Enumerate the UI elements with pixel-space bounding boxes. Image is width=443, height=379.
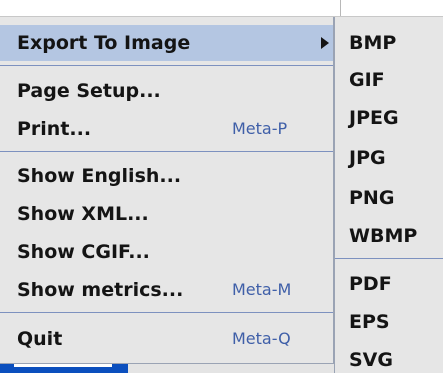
- menu-item-print-label: Print...: [17, 118, 92, 140]
- submenu-item-bmp[interactable]: BMP: [335, 25, 443, 61]
- submenu-item-pdf-label: PDF: [349, 273, 392, 295]
- menu-separator: [0, 312, 333, 313]
- submenu-item-wbmp-label: WBMP: [349, 225, 418, 247]
- submenu-item-eps-label: EPS: [349, 311, 390, 333]
- submenu-arrow-icon: [321, 37, 329, 49]
- submenu-item-png-label: PNG: [349, 187, 395, 209]
- menu-item-show-cgif[interactable]: Show CGIF...: [0, 233, 333, 271]
- background-divider: [340, 0, 341, 16]
- submenu-item-jpeg-label: JPEG: [349, 107, 399, 129]
- file-menu: Export To Image Page Setup... Print... M…: [0, 17, 334, 364]
- submenu-item-eps[interactable]: EPS: [335, 303, 443, 341]
- menu-item-quit[interactable]: Quit Meta-Q: [0, 319, 333, 359]
- submenu-item-svg[interactable]: SVG: [335, 341, 443, 373]
- menu-item-show-metrics-label: Show metrics...: [17, 279, 184, 301]
- menu-separator: [0, 151, 333, 152]
- menu-item-export-to-image-label: Export To Image: [17, 32, 191, 54]
- menu-item-show-metrics-shortcut: Meta-M: [232, 280, 292, 299]
- menu-item-show-english[interactable]: Show English...: [0, 157, 333, 195]
- background-window-top: [0, 0, 443, 17]
- menu-item-show-cgif-label: Show CGIF...: [17, 241, 150, 263]
- submenu-item-pdf[interactable]: PDF: [335, 265, 443, 303]
- menu-item-show-metrics[interactable]: Show metrics... Meta-M: [0, 271, 333, 309]
- submenu-item-jpg[interactable]: JPG: [335, 139, 443, 177]
- menu-item-export-to-image[interactable]: Export To Image: [0, 25, 333, 61]
- menu-item-quit-shortcut: Meta-Q: [232, 329, 291, 348]
- submenu-item-gif[interactable]: GIF: [335, 61, 443, 99]
- submenu-item-wbmp[interactable]: WBMP: [335, 217, 443, 255]
- menu-item-show-xml[interactable]: Show XML...: [0, 195, 333, 233]
- submenu-item-bmp-label: BMP: [349, 32, 397, 54]
- menu-item-page-setup-label: Page Setup...: [17, 80, 161, 102]
- submenu-item-jpg-label: JPG: [349, 147, 386, 169]
- menu-item-show-english-label: Show English...: [17, 165, 182, 187]
- menu-item-page-setup[interactable]: Page Setup...: [0, 72, 333, 110]
- menu-item-show-xml-label: Show XML...: [17, 203, 149, 225]
- submenu-item-svg-label: SVG: [349, 349, 393, 371]
- menu-item-quit-label: Quit: [17, 328, 63, 350]
- submenu-item-gif-label: GIF: [349, 69, 385, 91]
- menu-separator: [0, 65, 333, 66]
- submenu-separator: [335, 258, 443, 259]
- export-to-image-submenu: BMP GIF JPEG JPG PNG WBMP PDF EPS SVG: [334, 17, 443, 373]
- submenu-item-png[interactable]: PNG: [335, 179, 443, 217]
- menu-item-print-shortcut: Meta-P: [232, 119, 288, 138]
- menu-item-print[interactable]: Print... Meta-P: [0, 110, 333, 148]
- submenu-item-jpeg[interactable]: JPEG: [335, 99, 443, 137]
